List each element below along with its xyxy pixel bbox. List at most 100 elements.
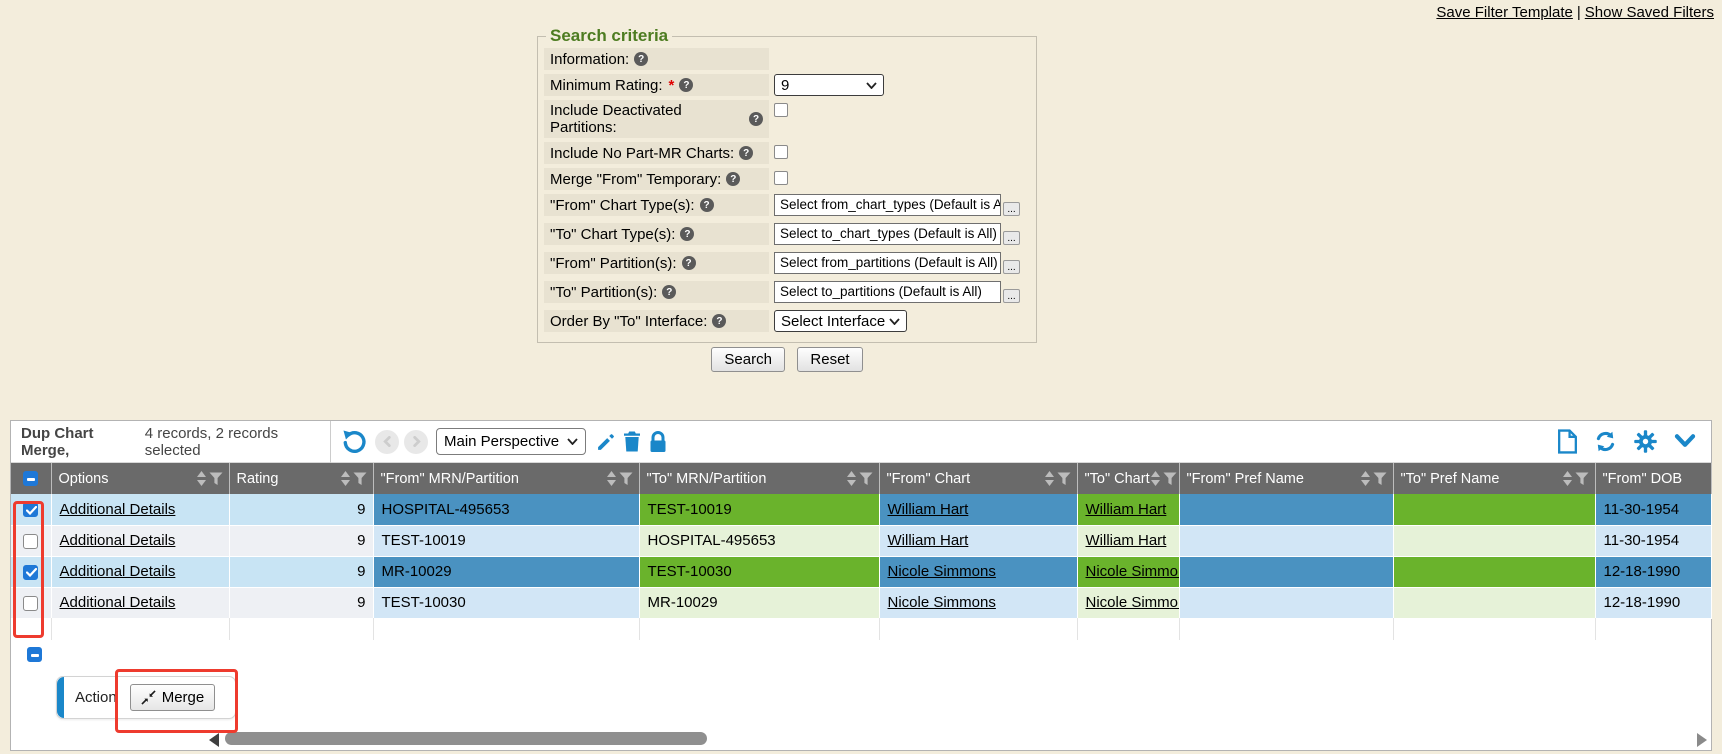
column-header-to-mrn[interactable]: "To" MRN/Partition — [639, 463, 879, 494]
sort-icon[interactable] — [846, 471, 857, 486]
refresh-icon[interactable] — [1593, 429, 1618, 454]
rating-cell: 9 — [229, 556, 373, 587]
to-partitions-input[interactable]: Select to_partitions (Default is All) — [774, 281, 1001, 303]
scroll-right-arrow-icon[interactable] — [1697, 733, 1707, 747]
new-document-icon[interactable] — [1557, 429, 1578, 454]
help-icon[interactable]: ? — [680, 227, 694, 241]
filter-icon[interactable] — [619, 472, 633, 486]
to-chart-link[interactable]: Nicole Simmons — [1086, 563, 1180, 580]
include-deactivated-label: Include Deactivated Partitions: ? — [544, 100, 769, 138]
sort-icon[interactable] — [340, 471, 351, 486]
additional-details-link[interactable]: Additional Details — [60, 532, 176, 549]
gear-settings-icon[interactable] — [1633, 429, 1658, 454]
history-forward-icon[interactable] — [404, 430, 428, 454]
sort-icon[interactable] — [1360, 471, 1371, 486]
delete-trash-icon[interactable] — [623, 431, 641, 452]
row-checkbox[interactable] — [23, 596, 38, 611]
help-icon[interactable]: ? — [700, 198, 714, 212]
to-chart-link[interactable]: William Hart — [1086, 501, 1167, 518]
column-header-from-pref-name[interactable]: "From" Pref Name — [1179, 463, 1393, 494]
from-chart-link[interactable]: William Hart — [888, 532, 969, 549]
help-icon[interactable]: ? — [739, 146, 753, 160]
grid-title-text: Dup Chart Merge, — [21, 425, 141, 459]
filter-icon[interactable] — [1373, 472, 1387, 486]
sort-icon[interactable] — [606, 471, 617, 486]
search-criteria-fieldset: Search criteria Information: ? Minimum R… — [537, 26, 1037, 343]
help-icon[interactable]: ? — [679, 78, 693, 92]
to-partitions-picker-button[interactable]: ... — [1003, 289, 1020, 303]
save-filter-template-link[interactable]: Save Filter Template — [1436, 4, 1572, 21]
from-partitions-input[interactable]: Select from_partitions (Default is All) — [774, 252, 1001, 274]
to-chart-link[interactable]: Nicole Simmons — [1086, 594, 1180, 611]
order-by-interface-select[interactable]: Select Interface — [774, 310, 907, 332]
from-chart-types-input[interactable]: Select from_chart_types (Default is All) — [774, 194, 1001, 216]
chevron-down-icon — [567, 438, 578, 445]
merge-from-temporary-checkbox[interactable] — [774, 171, 788, 185]
to-pref-name-cell — [1393, 587, 1595, 618]
search-button[interactable]: Search — [711, 347, 785, 372]
row-checkbox[interactable] — [23, 534, 38, 549]
help-icon[interactable]: ? — [662, 285, 676, 299]
from-chart-link[interactable]: Nicole Simmons — [888, 594, 996, 611]
edit-pencil-icon[interactable] — [596, 432, 616, 452]
help-icon[interactable]: ? — [749, 112, 763, 126]
select-all-checkbox[interactable] — [23, 471, 38, 486]
scroll-left-arrow-icon[interactable] — [209, 733, 219, 747]
row-checkbox[interactable] — [23, 502, 38, 517]
collapse-chevron-icon[interactable] — [1673, 433, 1697, 450]
to-chart-types-input[interactable]: Select to_chart_types (Default is All) — [774, 223, 1001, 245]
to-chart-link[interactable]: William Hart — [1086, 532, 1167, 549]
help-icon[interactable]: ? — [726, 172, 740, 186]
include-deactivated-checkbox[interactable] — [774, 103, 788, 117]
empty-grid-area — [11, 618, 1711, 640]
include-no-partmr-checkbox[interactable] — [774, 145, 788, 159]
filter-icon[interactable] — [353, 472, 367, 486]
column-header-rating[interactable]: Rating — [229, 463, 373, 494]
perspective-select[interactable]: Main Perspective — [436, 428, 586, 455]
additional-details-link[interactable]: Additional Details — [60, 501, 176, 518]
dup-chart-merge-grid: Dup Chart Merge, 4 records, 2 records se… — [10, 420, 1712, 751]
sort-icon[interactable] — [1044, 471, 1055, 486]
link-separator: | — [1577, 4, 1581, 21]
row-checkbox[interactable] — [23, 565, 38, 580]
filter-icon[interactable] — [1163, 472, 1177, 486]
filter-icon[interactable] — [209, 472, 223, 486]
help-icon[interactable]: ? — [682, 256, 696, 270]
column-header-from-dob[interactable]: "From" DOB — [1595, 463, 1711, 494]
column-header-from-chart[interactable]: "From" Chart — [879, 463, 1077, 494]
filter-icon[interactable] — [1575, 472, 1589, 486]
horizontal-scrollbar[interactable] — [11, 729, 1711, 750]
lock-icon[interactable] — [648, 431, 668, 453]
minimum-rating-label: Minimum Rating: * ? — [544, 74, 769, 96]
help-icon[interactable]: ? — [712, 314, 726, 328]
undo-icon[interactable] — [341, 428, 368, 455]
minimum-rating-select[interactable]: 9 — [774, 74, 884, 96]
help-icon[interactable]: ? — [634, 52, 648, 66]
to-chart-types-picker-button[interactable]: ... — [1003, 231, 1020, 245]
filter-icon[interactable] — [1057, 472, 1071, 486]
additional-details-link[interactable]: Additional Details — [60, 563, 176, 580]
additional-details-link[interactable]: Additional Details — [60, 594, 176, 611]
merge-button[interactable]: Merge — [130, 684, 216, 711]
select-all-bottom-checkbox[interactable] — [27, 647, 42, 662]
column-header-options[interactable]: Options — [51, 463, 229, 494]
sort-icon[interactable] — [196, 471, 207, 486]
from-partitions-label: "From" Partition(s): ? — [544, 252, 769, 274]
from-chart-link[interactable]: Nicole Simmons — [888, 563, 996, 580]
include-no-partmr-label: Include No Part-MR Charts: ? — [544, 142, 769, 164]
from-chart-link[interactable]: William Hart — [888, 501, 969, 518]
from-chart-types-picker-button[interactable]: ... — [1003, 202, 1020, 216]
filter-icon[interactable] — [859, 472, 873, 486]
show-saved-filters-link[interactable]: Show Saved Filters — [1585, 4, 1714, 21]
column-header-to-pref-name[interactable]: "To" Pref Name — [1393, 463, 1595, 494]
column-header-from-mrn[interactable]: "From" MRN/Partition — [373, 463, 639, 494]
column-header-to-chart[interactable]: "To" Chart — [1077, 463, 1179, 494]
sort-icon[interactable] — [1150, 471, 1161, 486]
form-row-to-partitions: "To" Partition(s): ? Select to_partition… — [544, 281, 1030, 303]
from-partitions-picker-button[interactable]: ... — [1003, 260, 1020, 274]
sort-icon[interactable] — [1562, 471, 1573, 486]
reset-button[interactable]: Reset — [797, 347, 862, 372]
to-mrn-cell: TEST-10030 — [639, 556, 879, 587]
history-back-icon[interactable] — [375, 430, 399, 454]
scrollbar-thumb[interactable] — [225, 732, 707, 745]
